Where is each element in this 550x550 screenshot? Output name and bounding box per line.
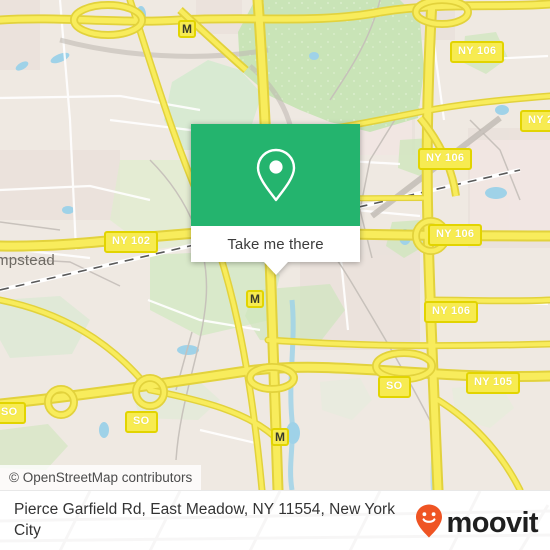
road-shield[interactable]: NY 106 xyxy=(428,224,483,246)
location-popup-card[interactable]: Take me there xyxy=(191,124,360,275)
moovit-map-page: mpstead NY 106 NY 2 NY 106 NY 106 NY 102… xyxy=(0,0,550,550)
transit-marker[interactable]: M xyxy=(271,428,289,446)
footer-bar: Pierce Garfield Rd, East Meadow, NY 1155… xyxy=(0,490,550,550)
road-shield[interactable]: NY 2 xyxy=(520,110,550,132)
road-shield[interactable]: NY 106 xyxy=(418,148,473,170)
map-canvas[interactable]: mpstead NY 106 NY 2 NY 106 NY 106 NY 102… xyxy=(0,0,550,490)
road-shield[interactable]: SO xyxy=(0,402,26,424)
address-text: Pierce Garfield Rd, East Meadow, NY 1155… xyxy=(14,501,396,539)
map-pin-icon xyxy=(253,146,299,204)
moovit-smiley-pin-icon xyxy=(414,503,444,544)
osm-attribution[interactable]: © OpenStreetMap contributors xyxy=(0,465,202,490)
transit-marker[interactable]: M xyxy=(246,290,264,308)
road-shield[interactable]: NY 102 xyxy=(104,231,159,253)
moovit-logo[interactable]: moovit xyxy=(414,503,539,544)
road-shield[interactable]: NY 106 xyxy=(424,301,479,323)
moovit-wordmark: moovit xyxy=(446,507,539,539)
road-shield[interactable]: NY 105 xyxy=(466,372,521,394)
transit-marker[interactable]: M xyxy=(178,20,196,38)
place-label-hempstead: mpstead xyxy=(0,252,55,269)
road-shield[interactable]: NY 106 xyxy=(450,41,505,63)
popup-pointer xyxy=(263,262,288,275)
take-me-there-button[interactable]: Take me there xyxy=(191,226,360,262)
road-shield[interactable]: SO xyxy=(378,376,411,398)
road-shield[interactable]: SO xyxy=(125,411,158,433)
popup-image-panel xyxy=(191,124,360,226)
